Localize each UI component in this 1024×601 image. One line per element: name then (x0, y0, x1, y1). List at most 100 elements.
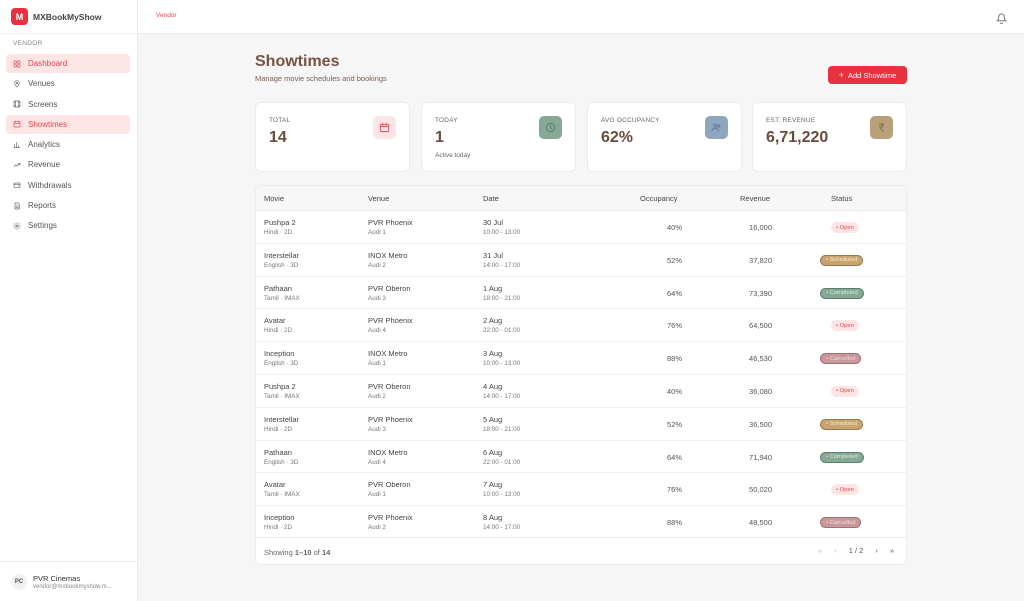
prev-page-button[interactable]: ‹ (834, 546, 837, 555)
page-subtitle: Manage movie schedules and bookings (255, 74, 387, 83)
document-icon (13, 202, 21, 210)
stat-card-avg-occupancy: AVG OCCUPANCY 62% (587, 102, 742, 172)
screen-name: Audi 3 (368, 294, 386, 302)
movie-title: Pathaan (264, 283, 292, 293)
revenue-value: 36,500 (749, 419, 772, 429)
movie-title: Interstellar (264, 414, 300, 424)
clock-icon (539, 116, 562, 139)
sidebar-item-showtimes[interactable]: Showtimes (6, 114, 130, 134)
brand[interactable]: M MXBookMyShow (0, 0, 137, 34)
sidebar-item-label: Reports (28, 201, 57, 211)
table-row[interactable]: Inception Hindi · 2D PVR Phoenix Audi 2 8 Au… (256, 506, 906, 539)
revenue-value: 50,020 (749, 485, 772, 495)
table-row[interactable]: Pushpa 2 Tamil · IMAX PVR Oberon Audi 2 4 Au… (256, 375, 906, 408)
bar-chart-icon (13, 141, 21, 149)
sidebar-item-label: Screens (28, 99, 58, 109)
sidebar-section-label: VENDOR (13, 40, 43, 47)
last-page-button[interactable]: » (890, 546, 894, 555)
screen-name: Audi 1 (368, 491, 386, 499)
show-date: 4 Aug (483, 381, 503, 391)
revenue-value: 36,080 (749, 386, 772, 396)
first-page-button[interactable]: « (818, 546, 822, 555)
sidebar-item-analytics[interactable]: Analytics (6, 135, 130, 154)
avatar: PC (11, 573, 27, 590)
screen-name: Audi 4 (368, 327, 386, 335)
sidebar-item-venues[interactable]: Venues (6, 74, 130, 93)
sidebar: M MXBookMyShow VENDOR Dashboard Venues Scr… (0, 0, 138, 601)
page-indicator: 1 / 2 (848, 546, 864, 555)
show-time: 22:00 - 01:00 (483, 327, 521, 335)
bell-icon[interactable] (995, 11, 1008, 24)
status-badge: • Scheduled (820, 418, 864, 430)
show-date: 6 Aug (483, 447, 503, 457)
table-row[interactable]: Interstellar Hindi · 2D PVR Phoenix Audi 3 5… (256, 408, 906, 441)
sidebar-item-label: Dashboard (28, 59, 68, 68)
table-header: Movie Venue Date Occupancy Revenue Statu… (256, 186, 906, 211)
sidebar-item-reports[interactable]: Reports (6, 196, 130, 215)
revenue-value: 48,500 (749, 518, 772, 528)
showing-text: Showing 1–10 of 14 (264, 548, 331, 557)
sidebar-item-screens[interactable]: Screens (6, 95, 130, 114)
show-date: 5 Aug (483, 414, 503, 424)
table-row[interactable]: Avatar Hindi · 2D PVR Phoenix Audi 4 2 Aug 22… (256, 309, 906, 343)
col-status[interactable]: Status (831, 194, 852, 203)
revenue-value: 73,390 (749, 288, 772, 298)
dashboard-icon (13, 60, 21, 68)
col-occupancy[interactable]: Occupancy (640, 194, 678, 203)
sidebar-item-withdrawals[interactable]: Withdrawals (6, 176, 130, 195)
show-time: 14:00 - 17:00 (483, 392, 521, 400)
table-row[interactable]: Pathaan English · 3D INOX Metro Audi 4 6 Aug… (256, 441, 906, 474)
stat-label: TOTAL (269, 117, 291, 124)
sidebar-item-settings[interactable]: Settings (6, 216, 130, 235)
venue-name: PVR Phoenix (368, 414, 413, 424)
sidebar-item-label: Showtimes (28, 119, 68, 129)
table-row[interactable]: Pushpa 2 Hindi · 2D PVR Phoenix Audi 1 30 Ju… (256, 211, 906, 244)
movie-title: Interstellar (264, 250, 300, 260)
status-badge: • Completed (820, 287, 864, 299)
occupancy-value: 64% (666, 452, 682, 462)
revenue-value: 64,500 (749, 321, 772, 331)
show-date: 7 Aug (483, 480, 503, 490)
col-revenue[interactable]: Revenue (740, 194, 770, 203)
sidebar-item-revenue[interactable]: Revenue (6, 155, 130, 174)
show-date: 3 Aug (483, 349, 503, 359)
brand-logo: M (11, 8, 28, 25)
plus-icon: + (838, 70, 844, 80)
table-row[interactable]: Avatar Tamil · IMAX PVR Oberon Audi 1 7 Aug 1… (256, 473, 906, 507)
user-profile[interactable]: PC PVR Cinemas vendor@mxbookmyshow.m... (0, 561, 138, 601)
sidebar-item-label: Withdrawals (28, 180, 72, 190)
venue-name: PVR Oberon (368, 283, 411, 293)
gear-icon (13, 222, 21, 230)
sidebar-item-dashboard[interactable]: Dashboard (6, 54, 130, 73)
occupancy-value: 40% (666, 386, 682, 396)
col-venue[interactable]: Venue (368, 194, 389, 203)
topbar: Vendor (138, 0, 1024, 34)
stat-value: 14 (269, 129, 287, 146)
user-name: PVR Cinemas (33, 573, 81, 583)
next-page-button[interactable]: › (875, 546, 878, 555)
showtimes-table: Movie Venue Date Occupancy Revenue Statu… (255, 185, 907, 565)
table-row[interactable]: Inception English · 3D INOX Metro Audi 1 3 A… (256, 342, 906, 375)
rupee-icon (870, 116, 893, 139)
table-row[interactable]: Pathaan Tamil · IMAX PVR Oberon Audi 3 1 Aug… (256, 277, 906, 310)
movie-title: Inception (264, 349, 295, 359)
add-showtime-button[interactable]: + Add Showtime (828, 66, 907, 84)
screen-name: Audi 1 (368, 229, 386, 236)
col-movie[interactable]: Movie (264, 194, 284, 203)
occupancy-value: 76% (666, 485, 682, 495)
table-footer: Showing 1–10 of 14 « ‹ 1 / 2 › » (256, 537, 906, 564)
show-time: 18:00 - 21:00 (483, 294, 521, 302)
table-row[interactable]: Interstellar English · 3D INOX Metro Audi 2… (256, 244, 906, 277)
revenue-value: 16,000 (749, 223, 772, 232)
stat-value: 62% (601, 129, 634, 146)
show-time: 10:00 - 13:00 (483, 229, 521, 236)
movie-format: Hindi · 2D (264, 327, 292, 335)
movie-format: English · 3D (264, 261, 299, 269)
occupancy-value: 64% (666, 288, 682, 298)
col-date[interactable]: Date (483, 194, 499, 203)
occupancy-value: 40% (666, 223, 682, 232)
stat-label: AVG OCCUPANCY (601, 117, 660, 124)
screen-name: Audi 3 (368, 425, 386, 433)
breadcrumb[interactable]: Vendor (156, 12, 177, 19)
screen-name: Audi 4 (368, 458, 386, 466)
